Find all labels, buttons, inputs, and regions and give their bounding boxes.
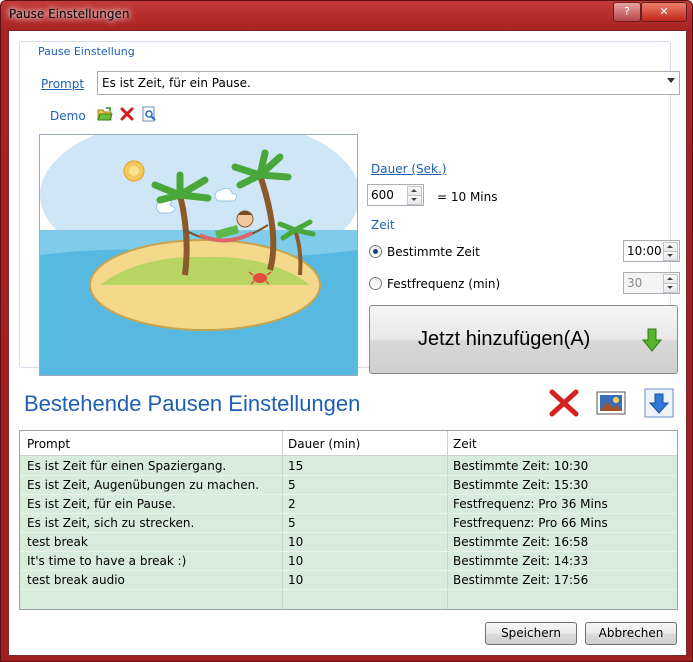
cell-prompt: Es ist Zeit, Augenübungen zu machen.	[27, 478, 260, 492]
zeit-label: Zeit	[371, 218, 395, 232]
bestimmte-zeit-spinner[interactable]: 10:00	[623, 240, 680, 262]
add-now-label: Jetzt hinzufügen(A)	[418, 328, 591, 350]
cell-zeit: Bestimmte Zeit: 16:58	[453, 535, 589, 549]
spin-down-icon[interactable]	[407, 195, 422, 205]
festfrequenz-spinner[interactable]: 30	[623, 272, 680, 294]
cell-prompt: Es ist Zeit, sich zu strecken.	[27, 516, 195, 530]
cell-dauer: 5	[288, 478, 296, 492]
dialog-client: Pause Einstellung Prompt Es ist Zeit, fü…	[8, 30, 687, 656]
sun-icon	[123, 160, 145, 182]
section-title: Bestehende Pausen Einstellungen	[24, 391, 361, 416]
spin-down-icon[interactable]	[663, 251, 678, 261]
radio-bestimmte-zeit-label[interactable]: Bestimmte Zeit	[387, 245, 480, 259]
pauses-table[interactable]: Prompt Dauer (min) Zeit Es ist Zeit für …	[19, 430, 678, 610]
cell-zeit: Festfrequenz: Pro 36 Mins	[453, 497, 608, 511]
window-title: Pause Einstellungen	[9, 7, 130, 21]
column-header-zeit[interactable]: Zeit	[453, 437, 477, 451]
cell-zeit: Bestimmte Zeit: 10:30	[453, 459, 589, 473]
dauer-mins-text: = 10 Mins	[437, 190, 498, 204]
table-row[interactable]: Es ist Zeit, für ein Pause. 2 Festfrequenz…	[20, 494, 677, 514]
demo-illustration	[39, 134, 358, 376]
table-row[interactable]: test break 10 Bestimmte Zeit: 16:58	[20, 532, 677, 552]
close-button[interactable]: ✕	[641, 2, 687, 22]
column-header-prompt[interactable]: Prompt	[27, 437, 70, 451]
table-header: Prompt Dauer (min) Zeit	[20, 431, 677, 456]
help-button[interactable]: ?	[613, 2, 641, 22]
cell-dauer: 2	[288, 497, 296, 511]
festfrequenz-value: 30	[627, 276, 643, 290]
table-row[interactable]: test break audio 10 Bestimmte Zeit: 17:56	[20, 570, 677, 590]
delete-icon[interactable]	[548, 388, 580, 421]
cell-zeit: Bestimmte Zeit: 17:56	[453, 573, 589, 587]
cancel-button[interactable]: Abbrechen	[585, 622, 677, 645]
open-folder-icon[interactable]	[97, 106, 113, 122]
radio-festfrequenz[interactable]	[369, 277, 382, 290]
preview-icon[interactable]	[141, 106, 157, 122]
column-header-dauer[interactable]: Dauer (min)	[288, 437, 360, 451]
group-legend: Pause Einstellung	[35, 45, 138, 58]
pause-settings-group: Pause Einstellung Prompt Es ist Zeit, fü…	[19, 41, 680, 376]
prompt-value: Es ist Zeit, für ein Pause.	[102, 76, 251, 90]
save-button[interactable]: Speichern	[485, 622, 577, 645]
dialog-window: Pause Einstellungen ? ✕ Pause Einstellun…	[0, 0, 693, 662]
dauer-value: 600	[371, 188, 394, 202]
title-bar[interactable]: Pause Einstellungen ? ✕	[1, 1, 692, 29]
cell-zeit: Bestimmte Zeit: 14:33	[453, 554, 589, 568]
cell-zeit: Festfrequenz: Pro 66 Mins	[453, 516, 608, 530]
cell-prompt: It's time to have a break :)	[27, 554, 187, 568]
demo-label: Demo	[50, 109, 86, 123]
table-row[interactable]: Es ist Zeit, Augenübungen zu machen. 5 Bes…	[20, 475, 677, 495]
cell-dauer: 5	[288, 516, 296, 530]
dauer-spinner[interactable]: 600	[367, 184, 424, 206]
download-icon[interactable]	[644, 388, 674, 421]
table-row[interactable]: It's time to have a break :) 10 Bestimmte …	[20, 551, 677, 571]
delete-icon[interactable]	[119, 106, 135, 122]
image-icon[interactable]	[596, 390, 626, 419]
cell-prompt: test break audio	[27, 573, 125, 587]
cell-prompt: Es ist Zeit, für ein Pause.	[27, 497, 176, 511]
prompt-label: Prompt	[41, 77, 85, 91]
radio-bestimmte-zeit[interactable]	[369, 245, 382, 258]
spin-down-icon[interactable]	[663, 283, 678, 293]
radio-festfrequenz-label[interactable]: Festfrequenz (min)	[387, 277, 500, 291]
cell-dauer: 10	[288, 573, 304, 587]
prompt-combobox[interactable]: Es ist Zeit, für ein Pause.	[97, 71, 680, 95]
cell-zeit: Bestimmte Zeit: 15:30	[453, 478, 589, 492]
table-row[interactable]: Es ist Zeit, sich zu strecken. 5 Festfrequ…	[20, 513, 677, 533]
table-row[interactable]: Es ist Zeit für einen Spaziergang. 15 Best…	[20, 456, 677, 476]
dauer-label: Dauer (Sek.)	[371, 162, 447, 176]
chevron-down-icon[interactable]	[667, 78, 675, 83]
cell-dauer: 15	[288, 459, 304, 473]
cell-prompt: test break	[27, 535, 88, 549]
add-now-button[interactable]: Jetzt hinzufügen(A)	[369, 305, 678, 374]
bestimmte-zeit-value: 10:00	[627, 244, 662, 258]
arrow-down-icon	[641, 328, 663, 355]
cell-dauer: 10	[288, 535, 304, 549]
cell-prompt: Es ist Zeit für einen Spaziergang.	[27, 459, 227, 473]
cell-dauer: 10	[288, 554, 304, 568]
